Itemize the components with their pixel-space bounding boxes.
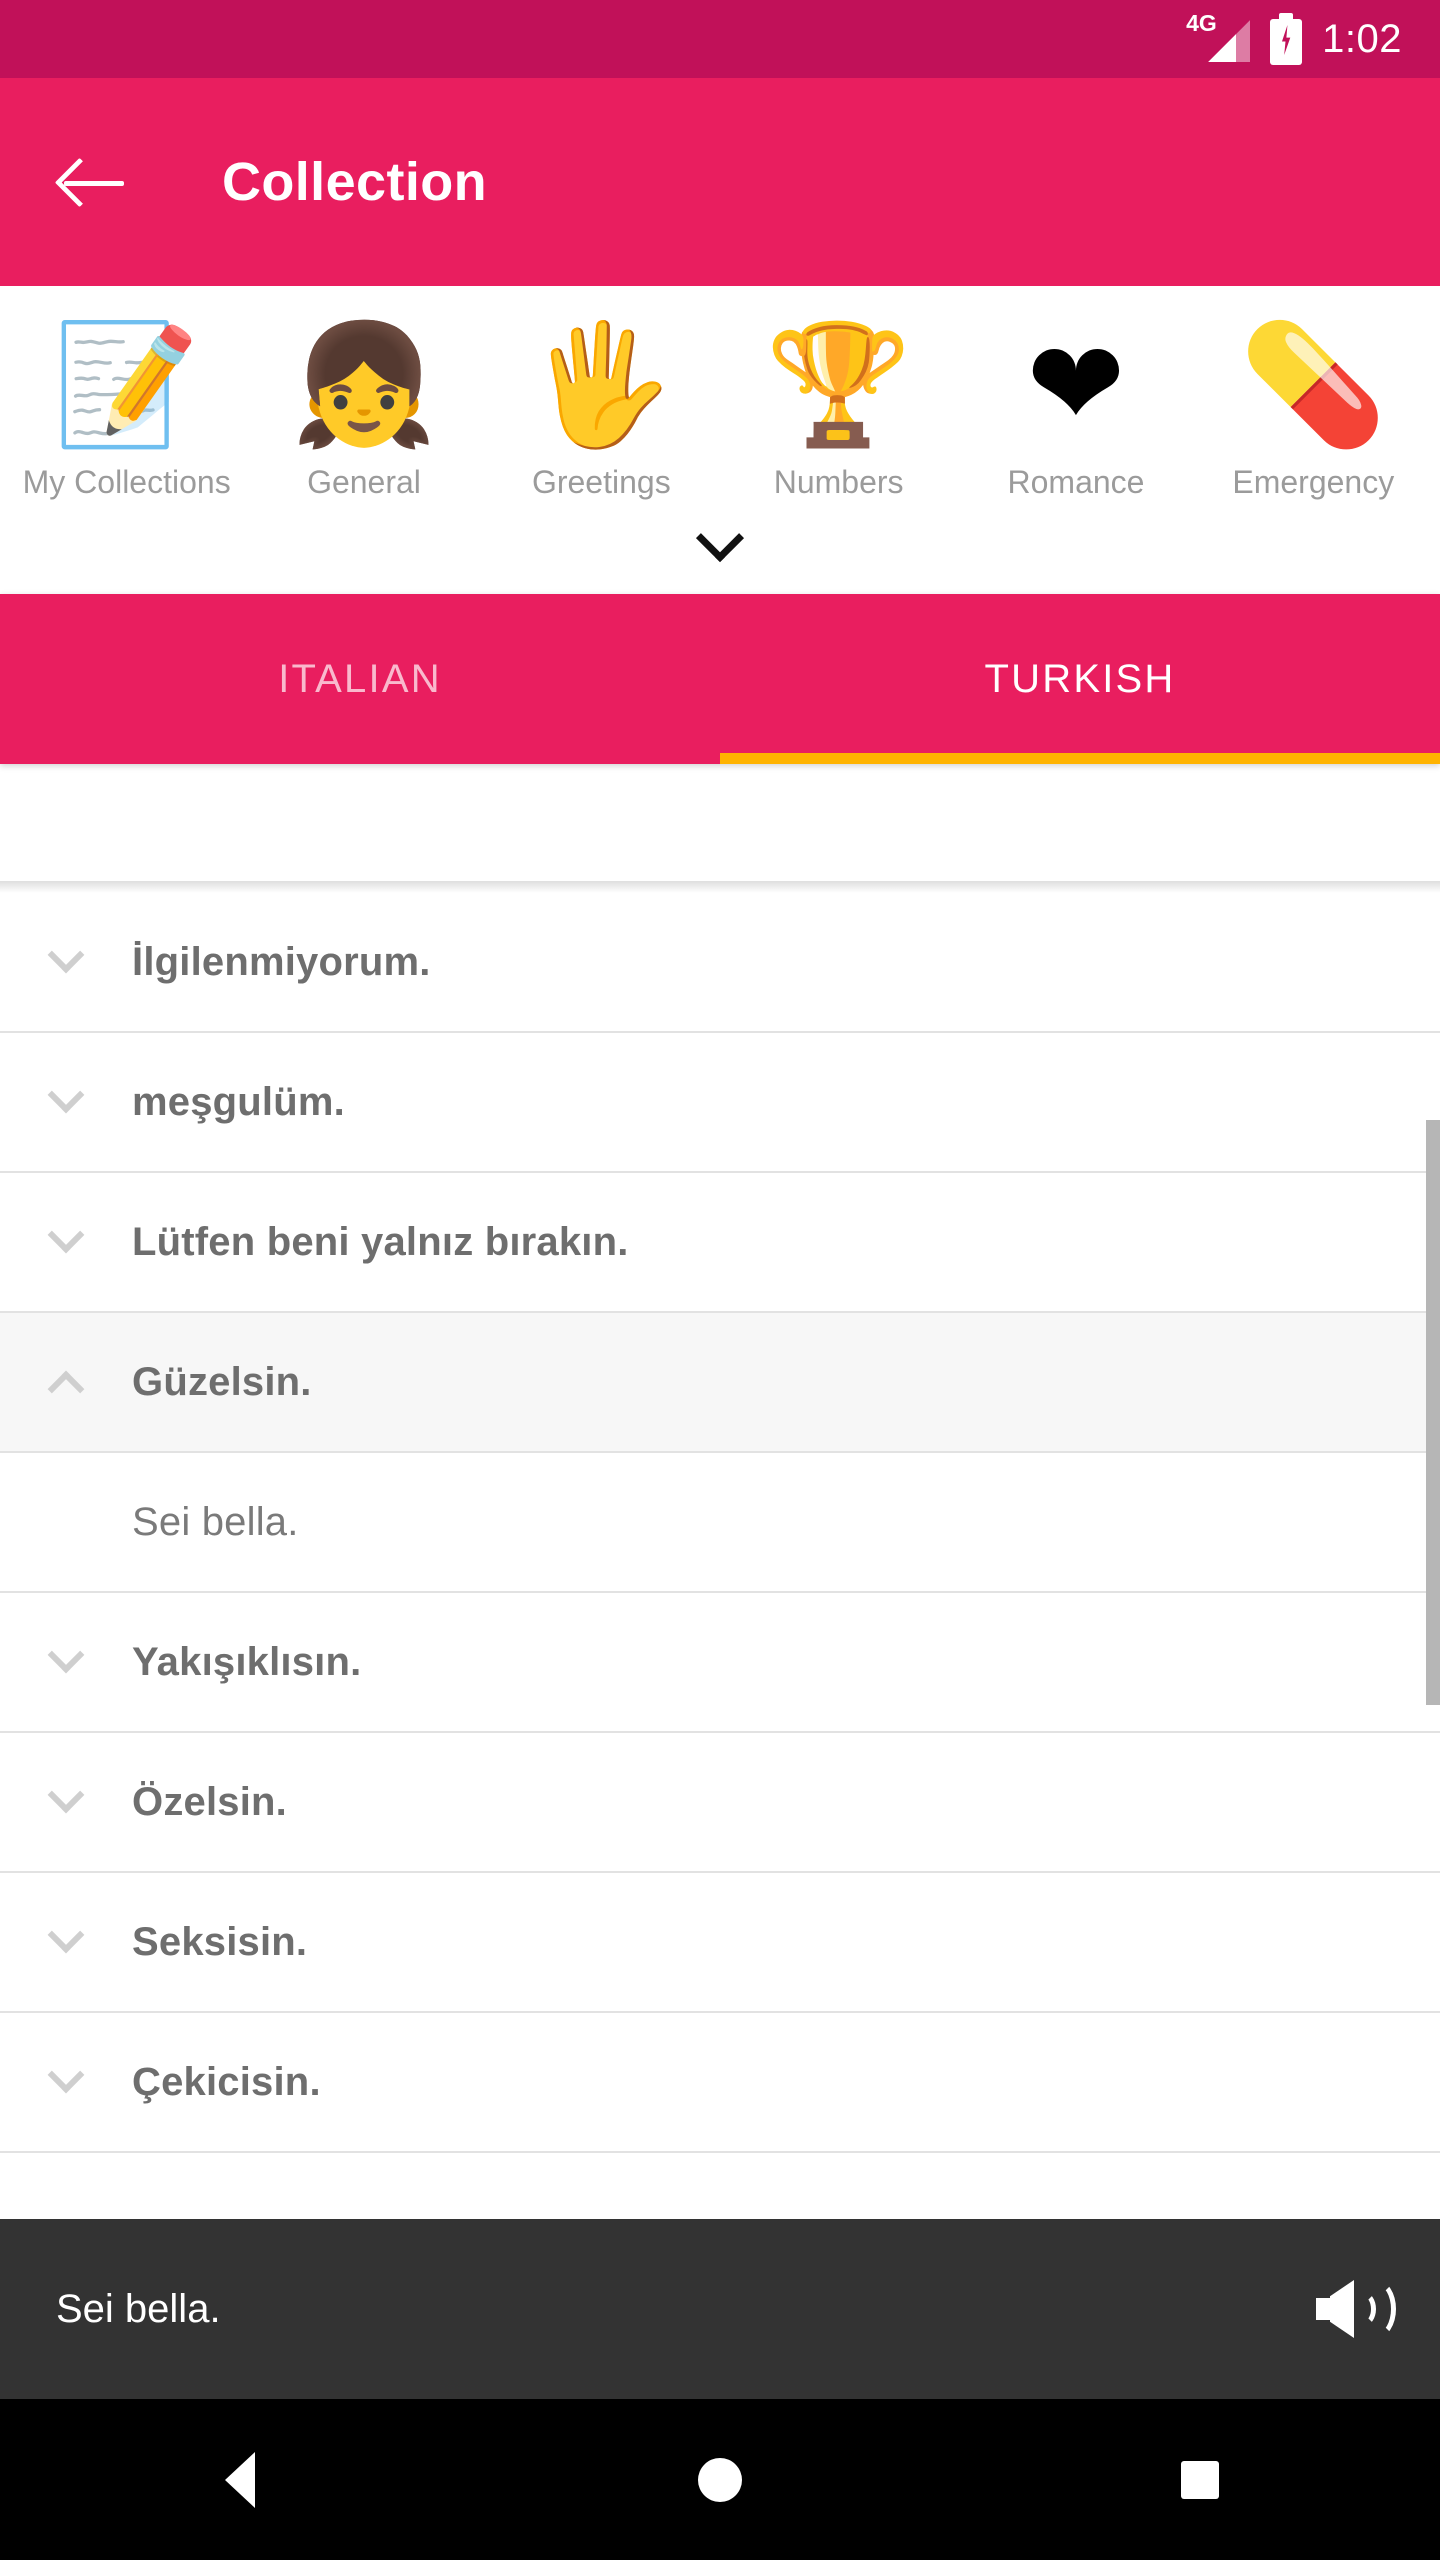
category-row: 📝 My Collections 👧 General 🖐 Greetings 🏆… (0, 308, 1440, 502)
category-item-emergency[interactable]: 💊 Emergency (1195, 308, 1432, 502)
chevron-down-icon (0, 1776, 132, 1815)
category-item-greetings[interactable]: 🖐 Greetings (483, 308, 720, 502)
nav-recents-button[interactable] (960, 2460, 1440, 2499)
podium-icon: 🏆 (765, 319, 913, 451)
table-row[interactable]: İlgilenmiyorum. (0, 893, 1440, 1033)
signal-4g-icon: 4G (1186, 10, 1251, 66)
category-item-numbers[interactable]: 🏆 Numbers (720, 308, 957, 502)
signal-bars-filled (1208, 34, 1237, 62)
phrase-list[interactable]: İlgilenmiyorum. meşgulüm. Lütfen beni ya… (0, 881, 1440, 2219)
chevron-down-icon (0, 1076, 132, 1115)
tab-active-indicator (720, 753, 1440, 764)
arrow-left-icon[interactable] (58, 146, 130, 218)
network-type-label: 4G (1186, 10, 1217, 36)
circle-home-icon (698, 2457, 742, 2502)
memo-pencil-icon: 📝 (53, 319, 201, 451)
chevron-down-icon (0, 1216, 132, 1255)
chevron-down-icon (0, 2056, 132, 2095)
table-row[interactable]: Özelsin. (0, 1733, 1440, 1873)
status-bar: 4G 1:02 (0, 0, 1440, 78)
categories-expand-button[interactable] (0, 502, 1440, 594)
list-top-shadow (0, 881, 1440, 893)
table-row[interactable]: meşgulüm. (0, 1033, 1440, 1173)
first-aid-kit-icon: 💊 (1239, 319, 1387, 451)
category-panel: 📝 My Collections 👧 General 🖐 Greetings 🏆… (0, 286, 1440, 594)
category-item-general[interactable]: 👧 General (245, 308, 482, 502)
table-row-expanded[interactable]: Güzelsin. (0, 1313, 1440, 1453)
square-recents-icon (1181, 2460, 1219, 2499)
android-nav-bar (0, 2399, 1440, 2560)
list-scrollbar[interactable] (1426, 1120, 1440, 1705)
triangle-back-icon (225, 2451, 255, 2508)
table-row[interactable]: Seksisin. (0, 1873, 1440, 2013)
category-item-my-collections[interactable]: 📝 My Collections (8, 308, 245, 502)
category-item-romance[interactable]: ❤ Romance (957, 308, 1194, 502)
category-label: Emergency (1232, 464, 1395, 500)
status-clock: 1:02 (1322, 16, 1402, 61)
phrase-text: Çekicisin. (132, 2059, 321, 2104)
phrase-text: İlgilenmiyorum. (132, 939, 431, 984)
open-hand-icon: 🖐 (527, 319, 675, 451)
table-row[interactable]: Çekicisin. (0, 2013, 1440, 2153)
language-tab-bar: ITALIAN TURKISH (0, 594, 1440, 764)
phrase-text: Güzelsin. (132, 1359, 312, 1404)
volume-up-icon[interactable] (1316, 2278, 1396, 2340)
phrase-text: Yakışıklısın. (132, 1639, 362, 1684)
phrase-text: Özelsin. (132, 1779, 287, 1824)
chevron-down-icon (0, 1636, 132, 1675)
app-bar: Collection (0, 78, 1440, 286)
audio-player-bar: Sei bella. (0, 2219, 1440, 2399)
category-label: Numbers (773, 464, 904, 500)
player-phrase-text: Sei bella. (56, 2286, 221, 2331)
translation-text: Sei bella. (132, 1499, 299, 1544)
girl-face-icon: 👧 (290, 319, 438, 451)
category-label: Romance (1007, 464, 1145, 500)
page-title: Collection (222, 152, 488, 212)
chevron-down-icon (695, 514, 745, 563)
tab-turkish[interactable]: TURKISH (720, 594, 1440, 764)
chevron-up-icon (0, 1369, 132, 1408)
heart-icon: ❤ (1026, 319, 1126, 451)
translation-row: Sei bella. (0, 1453, 1440, 1593)
chevron-down-icon (0, 1916, 132, 1955)
battery-charging-icon (1270, 13, 1303, 65)
phrase-text: Seksisin. (132, 1919, 308, 1964)
nav-home-button[interactable] (480, 2457, 960, 2502)
category-label: My Collections (22, 464, 231, 500)
phrase-text: Lütfen beni yalnız bırakın. (132, 1219, 629, 1264)
category-label: General (307, 464, 421, 500)
chevron-down-icon (0, 936, 132, 975)
table-row[interactable]: Lütfen beni yalnız bırakın. (0, 1173, 1440, 1313)
tab-italian[interactable]: ITALIAN (0, 594, 720, 764)
table-row[interactable]: Yakışıklısın. (0, 1593, 1440, 1733)
phrase-text: meşgulüm. (132, 1079, 345, 1124)
nav-back-button[interactable] (0, 2451, 480, 2508)
category-label: Greetings (531, 464, 671, 500)
